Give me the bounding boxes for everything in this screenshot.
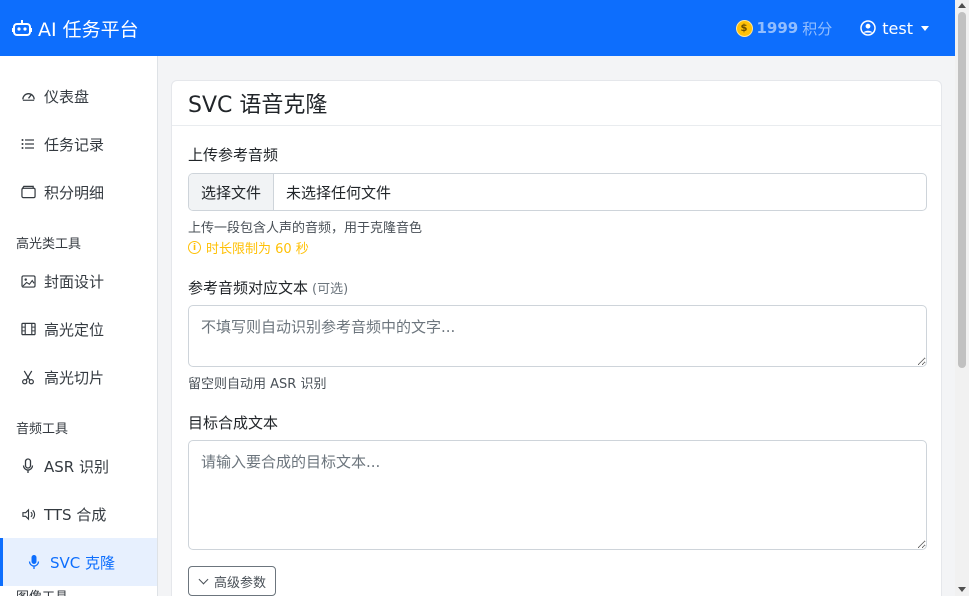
- sidebar-item-label: 任务记录: [44, 135, 105, 154]
- list-icon: [20, 136, 36, 152]
- advanced-params-label: 高级参数: [214, 575, 267, 591]
- sidebar-item-label: 封面设计: [44, 272, 105, 291]
- sidebar-item-points-detail[interactable]: 积分明细: [0, 168, 157, 216]
- section-label-image: 图像工具: [16, 586, 68, 596]
- sidebar-item-label: 积分明细: [44, 183, 105, 202]
- points-value: 1999: [756, 19, 799, 37]
- duration-warning-text: 时长限制为 60 秒: [206, 242, 309, 257]
- scrollbar-thumb[interactable]: [958, 12, 966, 368]
- brand-title: AI 任务平台: [38, 18, 139, 41]
- sidebar-item-label: 仪表盘: [44, 87, 90, 106]
- sidebar-item-tts[interactable]: TTS 合成: [0, 490, 157, 538]
- scroll-down-arrow-icon[interactable]: [958, 587, 966, 592]
- points-display: $ 1999 积分: [735, 18, 833, 39]
- target-text-textarea[interactable]: [188, 440, 927, 550]
- sidebar: 仪表盘 任务记录 积分明细 高光类工具 封面设计 高光定位 高光切片 音频工具: [0, 56, 158, 596]
- wallet-icon: [20, 184, 36, 200]
- coin-icon: $: [735, 19, 753, 37]
- target-text-label: 目标合成文本: [188, 414, 279, 432]
- sidebar-item-label: 高光定位: [44, 320, 105, 339]
- scissors-icon: [20, 369, 36, 385]
- points-unit: 积分: [802, 19, 833, 38]
- ref-text-label: 参考音频对应文本 (可选): [188, 277, 348, 298]
- sidebar-item-label: ASR 识别: [44, 457, 109, 476]
- sidebar-item-label: SVC 克隆: [50, 553, 116, 572]
- mic-fill-icon: [26, 554, 42, 570]
- section-label-highlight: 高光类工具: [16, 237, 82, 252]
- sidebar-item-svc[interactable]: SVC 克隆: [0, 538, 157, 586]
- robot-icon: [12, 20, 32, 36]
- top-navbar: AI 任务平台 $ 1999 积分 test: [0, 0, 955, 56]
- section-label-audio: 音频工具: [16, 422, 69, 437]
- mic-icon: [20, 458, 36, 474]
- brand[interactable]: AI 任务平台: [12, 15, 139, 42]
- ref-text-label-main: 参考音频对应文本: [188, 279, 309, 297]
- volume-icon: [20, 506, 36, 522]
- sidebar-item-highlight-locate[interactable]: 高光定位: [0, 305, 157, 353]
- ref-text-textarea[interactable]: [188, 305, 927, 367]
- sidebar-item-highlight-clip[interactable]: 高光切片: [0, 353, 157, 401]
- ref-text-help: 留空则自动用 ASR 识别: [188, 377, 327, 392]
- user-circle-icon: [860, 20, 877, 36]
- file-status: 未选择任何文件: [286, 183, 392, 202]
- film-icon: [20, 321, 36, 337]
- upload-label: 上传参考音频: [188, 146, 279, 164]
- duration-warning: i 时长限制为 60 秒: [188, 238, 309, 257]
- caret-down-icon: [921, 25, 929, 31]
- svc-form-card: SVC 语音克隆 上传参考音频 选择文件 未选择任何文件 上传一段包含人声的音频…: [171, 80, 942, 596]
- advanced-params-button[interactable]: 高级参数: [188, 566, 277, 596]
- image-icon: [20, 273, 36, 289]
- gauge-icon: [20, 88, 36, 104]
- username: test: [882, 18, 913, 38]
- scroll-up-arrow-icon[interactable]: [958, 3, 966, 8]
- sidebar-item-dashboard[interactable]: 仪表盘: [0, 72, 157, 120]
- sidebar-item-label: TTS 合成: [44, 505, 107, 524]
- page-title: SVC 语音克隆: [172, 81, 941, 126]
- sidebar-item-label: 高光切片: [44, 368, 105, 387]
- user-menu[interactable]: test: [860, 19, 929, 38]
- info-circle-icon: i: [188, 241, 201, 254]
- page-scrollbar[interactable]: [955, 0, 969, 596]
- chevron-down-icon: [198, 574, 209, 585]
- sidebar-item-asr[interactable]: ASR 识别: [0, 442, 157, 490]
- sidebar-item-task-records[interactable]: 任务记录: [0, 120, 157, 168]
- choose-file-button[interactable]: 选择文件: [189, 174, 275, 210]
- audio-file-input[interactable]: 选择文件 未选择任何文件: [188, 173, 927, 211]
- ref-text-optional: (可选): [312, 282, 349, 297]
- sidebar-item-cover-design[interactable]: 封面设计: [0, 257, 157, 305]
- upload-help-text: 上传一段包含人声的音频，用于克隆音色: [188, 221, 423, 236]
